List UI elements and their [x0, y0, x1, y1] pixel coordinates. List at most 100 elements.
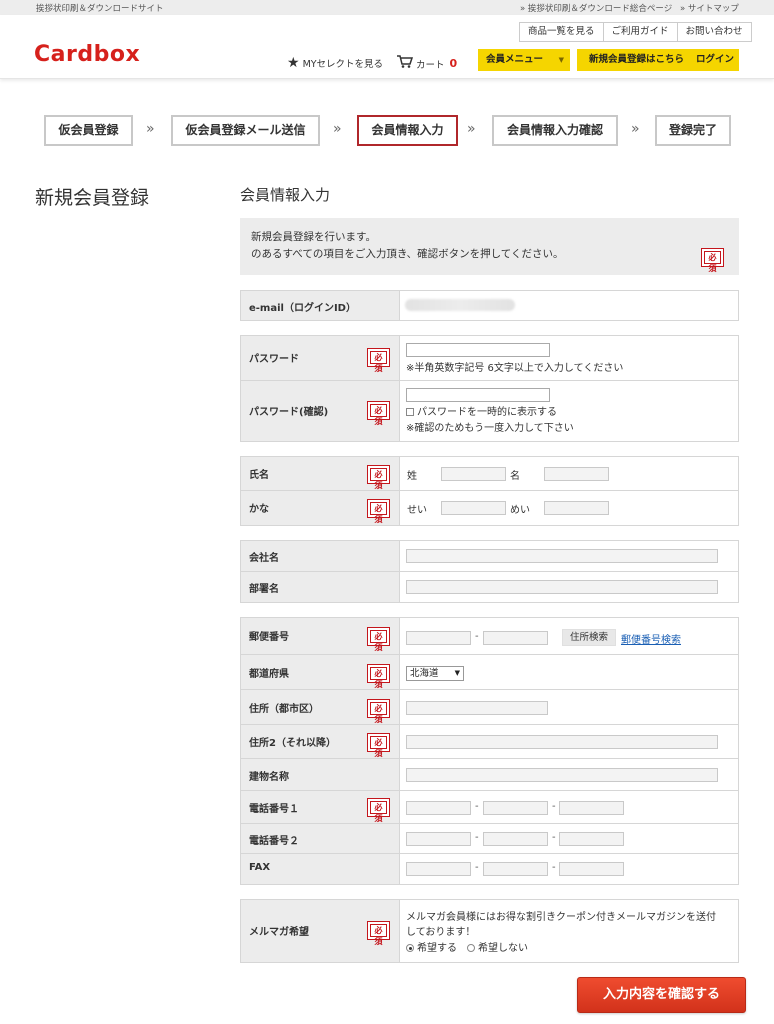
phone2-input-3[interactable]	[559, 832, 624, 846]
required-badge: 必須	[367, 401, 390, 426]
step-separator: »	[467, 121, 476, 137]
address-search-button[interactable]: 住所検索	[562, 629, 617, 646]
password-confirm-row: パスワード(確認) 必須 パスワードを一時的に表示する ※確認のためもう一度入力…	[241, 381, 738, 441]
myselect-link[interactable]: ★ MYセレクトを見る	[287, 55, 383, 71]
company-row: 会社名	[241, 541, 738, 572]
password-confirm-input[interactable]	[406, 388, 550, 402]
register-link[interactable]: 新規会員登録はこちら	[577, 49, 684, 71]
mei-label: 名	[510, 471, 520, 482]
newsletter-text-2: しております！	[406, 927, 476, 938]
phone1-input-3[interactable]	[559, 801, 624, 815]
confirm-button[interactable]: 入力内容を確認する	[577, 977, 746, 1013]
address2-label: 住所2（それ以降）	[249, 738, 336, 749]
building-row: 建物名称	[241, 759, 738, 791]
show-password-checkbox[interactable]	[406, 408, 414, 416]
zip-lookup-link[interactable]: 郵便番号検索	[621, 631, 681, 646]
confirm-note: ※確認のためもう一度入力して下さい	[406, 423, 574, 434]
opt-out-radio[interactable]	[467, 944, 475, 952]
required-badge: 必須	[367, 699, 390, 724]
phone2-label: 電話番号２	[249, 836, 299, 847]
fax-row: FAX - -	[241, 854, 738, 884]
newsletter-label: メルマガ希望	[249, 927, 309, 938]
cart-count: 0	[449, 57, 458, 70]
department-row: 部署名	[241, 572, 738, 602]
intro-line-1: 新規会員登録を行います。	[251, 231, 376, 243]
address2-row: 住所2（それ以降） 必須	[241, 725, 738, 759]
password-label: パスワード	[249, 354, 299, 365]
newsletter-row: メルマガ希望 必須 メルマガ会員様にはお得な割引きクーポン付きメールマガジンを送…	[241, 900, 738, 962]
phone2-input-2[interactable]	[483, 832, 548, 846]
sei-kana-label: せい	[407, 505, 427, 516]
newsletter-opt-out[interactable]: 希望しない	[467, 939, 528, 954]
show-password-option[interactable]: パスワードを一時的に表示する	[406, 403, 557, 418]
cardbox-logo[interactable]: Cardbox	[34, 42, 140, 67]
email-row: e-mail（ログインID）	[241, 291, 738, 320]
required-badge: 必須	[367, 921, 390, 946]
general-page-link[interactable]: » 挨拶状印刷＆ダウンロード総合ページ	[520, 2, 672, 14]
newsletter-text-1: メルマガ会員様にはお得な割引きクーポン付きメールマガジンを送付	[406, 912, 716, 923]
step-member-info-input: 会員情報入力	[357, 115, 458, 146]
phone1-input-2[interactable]	[483, 801, 548, 815]
required-badge: 必須	[367, 348, 390, 373]
intro-box: 新規会員登録を行います。 のあるすべての項目をご入力頂き、確認ボタンを押してくだ…	[240, 218, 739, 275]
phone1-label: 電話番号１	[249, 804, 299, 815]
register-login-bar: 新規会員登録はこちら ログイン	[577, 49, 739, 71]
guide-link[interactable]: ご利用ガイド	[603, 22, 678, 42]
phone1-row: 電話番号１ 必須 - -	[241, 791, 738, 824]
zip-input-2[interactable]	[483, 631, 548, 645]
sei-input[interactable]	[441, 467, 506, 481]
step-separator: »	[333, 121, 342, 137]
newsletter-opt-in[interactable]: 希望する	[406, 939, 457, 954]
prefecture-label: 都道府県	[249, 669, 289, 680]
fax-input-3[interactable]	[559, 862, 624, 876]
address-input[interactable]	[406, 701, 548, 715]
product-list-link[interactable]: 商品一覧を見る	[519, 22, 604, 42]
site-header: Cardbox 商品一覧を見る ご利用ガイド お問い合わせ ★ MYセレクトを見…	[0, 15, 774, 79]
name-row: 氏名 必須 姓 名	[241, 457, 738, 491]
mei-kana-input[interactable]	[544, 501, 609, 515]
department-label: 部署名	[249, 584, 279, 595]
address-label: 住所（都市区）	[249, 704, 319, 715]
department-input[interactable]	[406, 580, 718, 594]
email-value-masked	[405, 299, 515, 311]
email-label: e-mail（ログインID）	[249, 303, 356, 314]
company-input[interactable]	[406, 549, 718, 563]
password-row: パスワード 必須 ※半角英数字記号 6文字以上で入力してください	[241, 336, 738, 381]
newsletter-table: メルマガ希望 必須 メルマガ会員様にはお得な割引きクーポン付きメールマガジンを送…	[240, 899, 739, 963]
step-separator: »	[146, 121, 155, 137]
top-bar: 挨拶状印刷＆ダウンロードサイト » 挨拶状印刷＆ダウンロード総合ページ » サイ…	[0, 0, 774, 15]
phone1-input-1[interactable]	[406, 801, 471, 815]
required-badge: 必須	[367, 499, 390, 524]
address-table: 郵便番号 必須 - 住所検索 郵便番号検索 都道府県 必須 北海道 ▼ 住所（都市…	[240, 617, 739, 885]
name-table: 氏名 必須 姓 名 かな 必須 せい めい	[240, 456, 739, 526]
sei-kana-input[interactable]	[441, 501, 506, 515]
chevron-down-icon: ▼	[558, 56, 564, 64]
phone2-input-1[interactable]	[406, 832, 471, 846]
sei-label: 姓	[407, 471, 417, 482]
password-confirm-label: パスワード(確認)	[249, 407, 329, 418]
contact-link[interactable]: お問い合わせ	[677, 22, 752, 42]
cart-link[interactable]: カート 0	[397, 55, 457, 72]
password-input[interactable]	[406, 343, 550, 357]
login-link[interactable]: ログイン	[684, 49, 734, 71]
address2-input[interactable]	[406, 735, 718, 749]
required-badge: 必須	[701, 248, 724, 273]
required-badge: 必須	[367, 664, 390, 689]
member-menu-dropdown[interactable]: 会員メニュー ▼	[478, 49, 570, 71]
mei-input[interactable]	[544, 467, 609, 481]
building-input[interactable]	[406, 768, 718, 782]
star-icon: ★	[287, 55, 300, 71]
site-label: 挨拶状印刷＆ダウンロードサイト	[36, 4, 164, 14]
step-provisional-mail: 仮会員登録メール送信	[171, 115, 320, 146]
step-separator: »	[631, 121, 640, 137]
fax-input-2[interactable]	[483, 862, 548, 876]
section-title: 会員情報入力	[240, 186, 331, 204]
password-table: パスワード 必須 ※半角英数字記号 6文字以上で入力してください パスワード(確…	[240, 335, 739, 442]
fax-input-1[interactable]	[406, 862, 471, 876]
company-label: 会社名	[249, 553, 279, 564]
company-table: 会社名 部署名	[240, 540, 739, 603]
sitemap-link[interactable]: » サイトマップ	[680, 2, 739, 14]
opt-in-radio[interactable]	[406, 944, 414, 952]
prefecture-select[interactable]: 北海道 ▼	[406, 666, 464, 681]
zip-input-1[interactable]	[406, 631, 471, 645]
